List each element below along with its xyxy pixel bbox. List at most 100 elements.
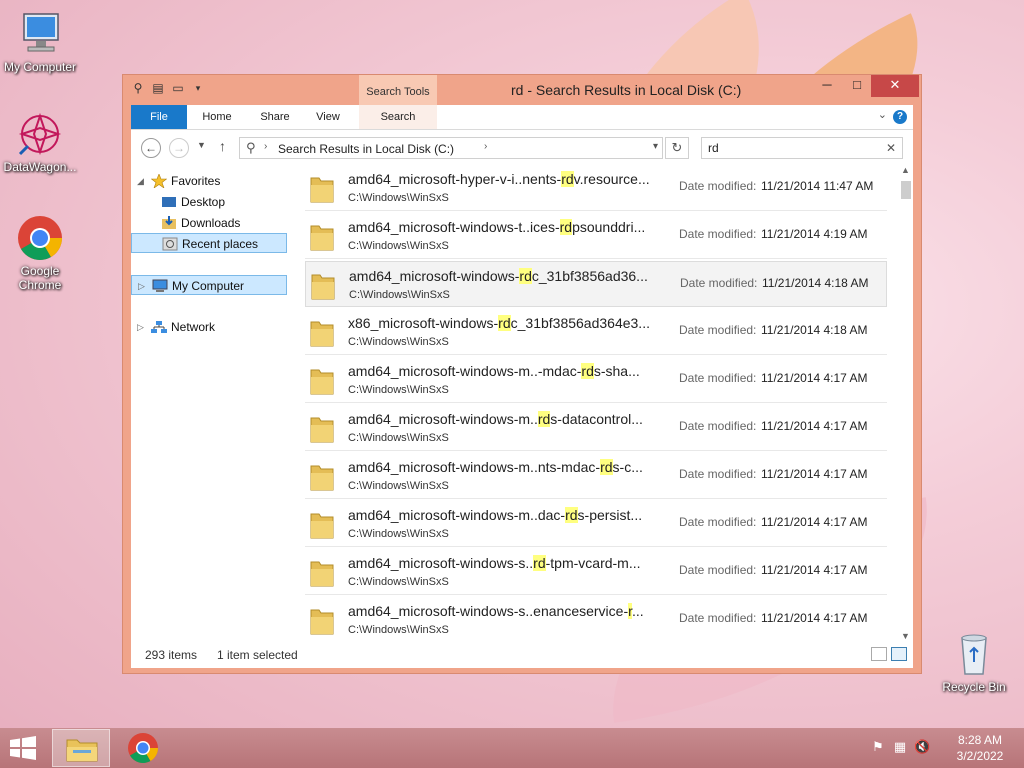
breadcrumb[interactable]: Search Results in Local Disk (C:) [278,142,454,156]
result-row[interactable]: amd64_microsoft-windows-s..rd-tpm-vcard-… [305,549,887,595]
expand-icon[interactable]: ▷ [137,317,144,337]
search-input[interactable] [708,141,878,155]
recent-locations-dropdown[interactable]: ▼ [197,140,206,150]
folder-icon [309,414,335,444]
desktop-icon-datawagon[interactable]: DataWagon... [0,110,80,174]
chrome-icon [128,733,158,764]
desktop-icon-my-computer[interactable]: My Computer [0,10,80,74]
system-tray: ⚑ ▦ 🔇 [870,738,930,756]
network-icon [151,320,167,334]
date-modified-label: Date modified: [679,611,757,625]
new-folder-icon[interactable]: ▭ [171,81,185,95]
result-row[interactable]: amd64_microsoft-windows-m..-mdac-rds-sha… [305,357,887,403]
nav-item-downloads[interactable]: Downloads [131,213,287,233]
result-row[interactable]: amd64_microsoft-windows-s..enanceservice… [305,597,887,641]
tab-file[interactable]: File [131,105,187,129]
nav-item-network[interactable]: ▷ Network [131,317,287,337]
date-modified-label: Date modified: [679,371,757,385]
clear-search-icon[interactable]: ✕ [886,141,896,155]
result-row[interactable]: amd64_microsoft-hyper-v-i..nents-rdv.res… [305,165,887,211]
folder-icon [66,739,98,762]
taskbar-file-explorer[interactable] [52,729,110,767]
nav-item-my-computer[interactable]: ▷ My Computer [131,275,287,295]
result-row[interactable]: amd64_microsoft-windows-t..ices-rdpsound… [305,213,887,259]
scroll-down-icon[interactable]: ▼ [901,631,910,641]
close-button[interactable]: ✕ [871,75,919,97]
result-row[interactable]: amd64_microsoft-windows-m..dac-rds-persi… [305,501,887,547]
tab-view[interactable]: View [305,105,351,129]
forward-button[interactable]: → [169,138,189,158]
folder-icon [309,462,335,492]
date-modified-value: 11/21/2014 4:17 AM [761,467,868,481]
search-tools-context-group: Search Tools [359,75,437,105]
recycle-bin-icon [950,630,998,678]
expand-icon[interactable]: ◢ [137,171,144,191]
folder-icon [309,558,335,588]
tab-home[interactable]: Home [189,105,245,129]
address-bar[interactable]: ⚲ › Search Results in Local Disk (C:) › … [239,137,663,159]
search-hit-highlight: rd [519,268,532,284]
result-path: C:\Windows\WinSxS [348,336,449,348]
navigation-bar: ← → ▼ ↑ ⚲ › Search Results in Local Disk… [131,129,913,165]
nav-item-recent-places[interactable]: Recent places [131,233,287,253]
maximize-button[interactable]: □ [843,75,871,97]
result-row[interactable]: amd64_microsoft-windows-m..nts-mdac-rds-… [305,453,887,499]
date-modified-label: Date modified: [679,563,757,577]
clock[interactable]: 8:28 AM 3/2/2022 [942,732,1018,764]
action-center-flag-icon[interactable]: ⚑ [870,738,886,756]
details-view-button[interactable] [871,647,887,661]
help-icon[interactable]: ? [893,110,907,124]
window-title: rd - Search Results in Local Disk (C:) [511,82,742,98]
vertical-scrollbar[interactable]: ▲ ▼ [899,165,913,641]
minimize-button[interactable]: ─ [813,75,841,97]
date-modified-value: 11/21/2014 4:17 AM [761,419,868,433]
windows-logo-icon [10,736,36,760]
chevron-right-icon[interactable]: › [264,141,267,152]
desktop-icon-google-chrome[interactable]: Google Chrome [0,214,80,292]
datawagon-icon [16,110,64,158]
tab-share[interactable]: Share [247,105,303,129]
result-path: C:\Windows\WinSxS [348,576,449,588]
search-results-list: amd64_microsoft-hyper-v-i..nents-rdv.res… [305,165,897,641]
chevron-down-icon[interactable]: ▾ [191,81,205,95]
refresh-button[interactable]: ↻ [665,137,689,159]
up-button[interactable]: ↑ [219,138,226,154]
address-dropdown-icon[interactable]: ▾ [653,141,658,152]
computer-icon [16,10,64,58]
search-icon[interactable]: ⚲ [131,81,145,95]
title-bar[interactable]: ⚲ ▤ ▭ ▾ Search Tools rd - Search Results… [123,75,921,105]
result-path: C:\Windows\WinSxS [348,192,449,204]
search-hit-highlight: rd [561,171,574,187]
item-count: 293 items [145,648,198,662]
back-button[interactable]: ← [141,138,161,158]
chevron-right-icon[interactable]: › [484,141,487,152]
volume-muted-icon[interactable]: 🔇 [914,738,930,756]
desktop-icon-recycle-bin[interactable]: Recycle Bin [934,630,1014,694]
folder-icon [309,606,335,636]
nav-item-desktop[interactable]: Desktop [131,192,287,212]
scroll-up-icon[interactable]: ▲ [901,165,910,175]
properties-icon[interactable]: ▤ [151,81,165,95]
start-button[interactable] [8,736,40,760]
date-modified-value: 11/21/2014 4:19 AM [761,227,868,241]
result-name: amd64_microsoft-windows-s..rd-tpm-vcard-… [348,555,641,571]
expand-ribbon-icon[interactable]: ⌄ [878,108,887,121]
nav-item-favorites[interactable]: ◢ Favorites [131,171,287,191]
search-hit-highlight: rd [600,459,613,475]
scroll-thumb[interactable] [901,181,911,199]
tab-search[interactable]: Search [359,105,437,129]
folder-icon [309,366,335,396]
result-path: C:\Windows\WinSxS [348,240,449,252]
tiles-view-button[interactable] [891,647,907,661]
taskbar-google-chrome[interactable] [114,729,172,767]
result-row[interactable]: amd64_microsoft-windows-rdc_31bf3856ad36… [305,261,887,307]
result-row[interactable]: x86_microsoft-windows-rdc_31bf3856ad364e… [305,309,887,355]
expand-icon[interactable]: ▷ [138,276,145,296]
date-modified-value: 11/21/2014 4:18 AM [761,323,868,337]
network-status-icon[interactable]: ▦ [892,738,908,756]
result-path: C:\Windows\WinSxS [348,432,449,444]
result-path: C:\Windows\WinSxS [348,528,449,540]
desktop-icon-label: DataWagon... [3,160,77,174]
result-row[interactable]: amd64_microsoft-windows-m..rds-datacontr… [305,405,887,451]
search-box[interactable]: ✕ [701,137,903,159]
